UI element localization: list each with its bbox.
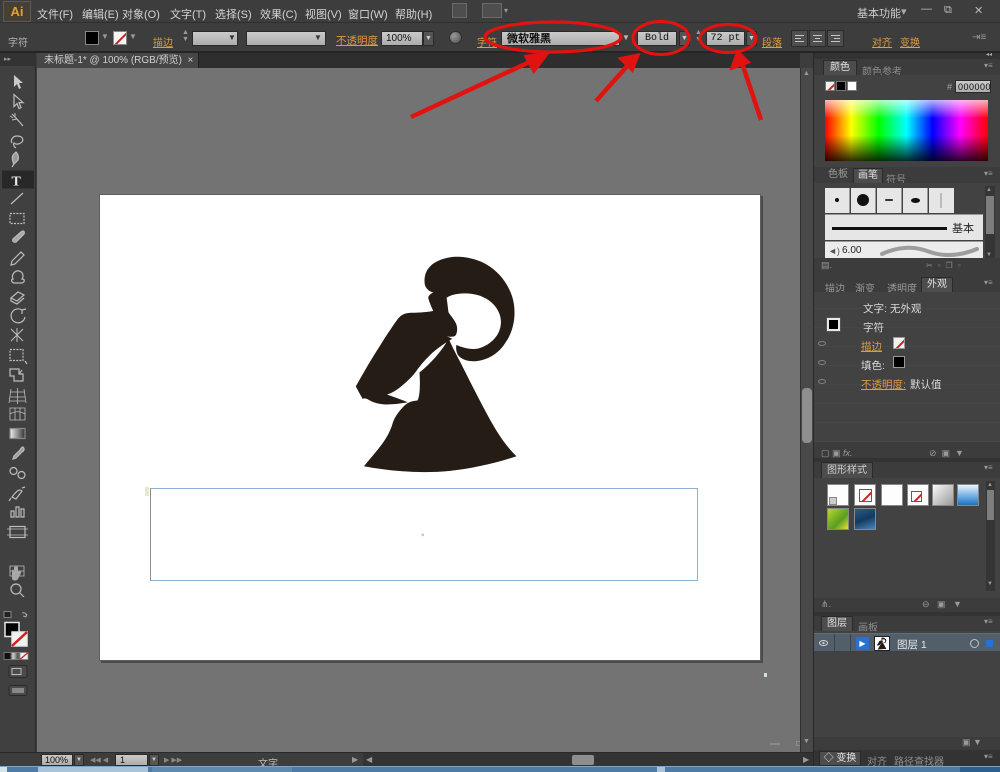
svg-text:T: T [12,175,22,190]
